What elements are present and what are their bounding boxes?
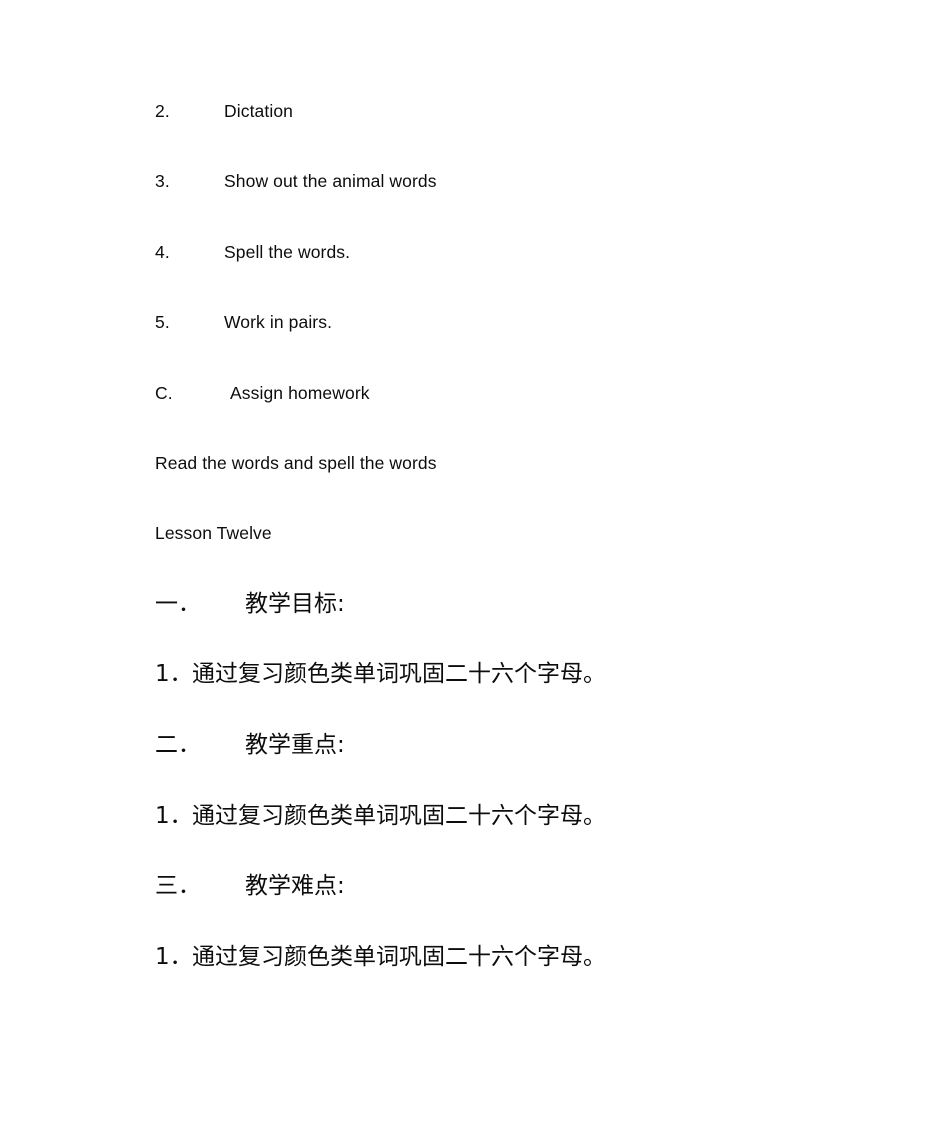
lesson-title: Lesson Twelve xyxy=(155,523,272,543)
section-list-item-text: 通过复习颜色类单词巩固二十六个字母。 xyxy=(192,803,606,829)
section-list-item: 1． 通过复习颜色类单词巩固二十六个字母。 xyxy=(155,663,606,686)
section-marker: 二． xyxy=(155,732,201,758)
section-heading-text: 教学难点: xyxy=(245,873,345,899)
list-item: 3. Show out the animal words xyxy=(155,171,437,191)
list-item-marker: 3. xyxy=(155,171,170,191)
section-heading-text: 教学重点: xyxy=(245,732,345,758)
section-list-item: 1． 通过复习颜色类单词巩固二十六个字母。 xyxy=(155,946,606,969)
list-item-marker: 5. xyxy=(155,312,170,332)
section-heading: 一． 教学目标: xyxy=(155,593,345,616)
list-item-text: Assign homework xyxy=(230,383,370,403)
list-item-text: Dictation xyxy=(224,101,293,121)
list-item-text: Spell the words. xyxy=(224,242,351,262)
section-heading: 二． 教学重点: xyxy=(155,734,345,757)
list-item: 2. Dictation xyxy=(155,101,293,121)
section-list-item-text: 通过复习颜色类单词巩固二十六个字母。 xyxy=(192,944,606,970)
document-page: 2. Dictation 3. Show out the animal word… xyxy=(0,0,945,1123)
list-item-marker: 4. xyxy=(155,242,170,262)
list-item: C. Assign homework xyxy=(155,383,370,403)
section-marker: 三． xyxy=(155,873,201,899)
list-item-text: Work in pairs. xyxy=(224,312,333,332)
section-list-item-marker: 1． xyxy=(155,944,193,970)
section-heading-text: 教学目标: xyxy=(245,591,345,617)
section-marker: 一． xyxy=(155,591,201,617)
homework-paragraph: Read the words and spell the words xyxy=(155,453,437,473)
list-item-marker: 2. xyxy=(155,101,170,121)
list-item-text: Show out the animal words xyxy=(224,171,437,191)
section-list-item-marker: 1． xyxy=(155,803,193,829)
list-item: 5. Work in pairs. xyxy=(155,312,333,332)
list-item: 4. Spell the words. xyxy=(155,242,351,262)
section-list-item: 1． 通过复习颜色类单词巩固二十六个字母。 xyxy=(155,805,606,828)
section-list-item-text: 通过复习颜色类单词巩固二十六个字母。 xyxy=(192,661,606,687)
section-heading: 三． 教学难点: xyxy=(155,875,345,898)
section-list-item-marker: 1． xyxy=(155,661,193,687)
list-item-marker: C. xyxy=(155,383,173,403)
